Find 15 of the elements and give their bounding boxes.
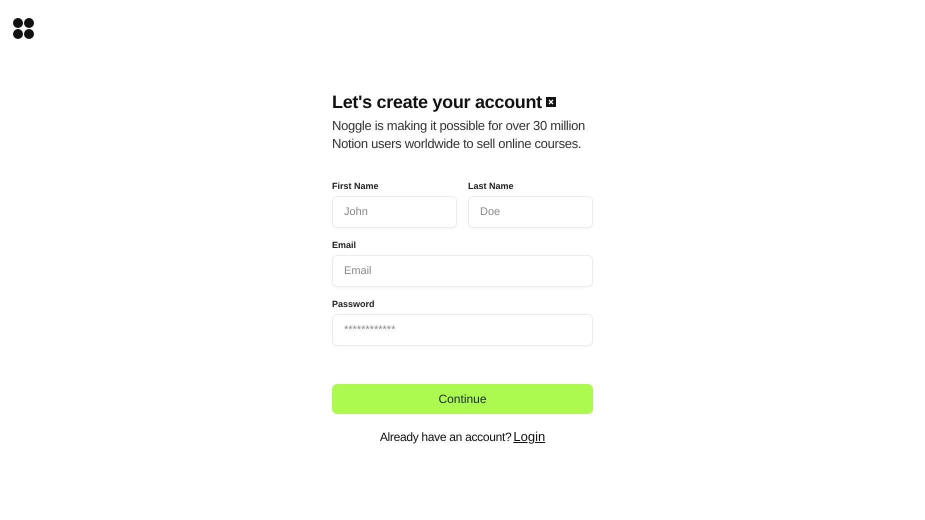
login-prompt: Already have an account? <box>380 429 512 446</box>
input-field[interactable]: John <box>332 196 457 228</box>
field-label: First Name <box>332 180 380 193</box>
input-field[interactable]: Email <box>332 255 593 287</box>
field-label: Last Name <box>468 180 515 193</box>
login-link[interactable]: Login <box>513 427 546 446</box>
page-title: Let's create your account <box>332 91 542 114</box>
field-label: Password <box>332 298 376 311</box>
continue-button[interactable]: Continue <box>332 384 593 414</box>
subtitle: Noggle is making it possible for over 30 million Notion users worldwide to sell online courses. <box>332 117 586 153</box>
input-field[interactable]: ************ <box>332 314 593 346</box>
close-icon <box>546 97 556 107</box>
input-field[interactable]: Doe <box>468 196 593 228</box>
logo-icon <box>13 18 34 39</box>
field-label: Email <box>332 239 358 252</box>
